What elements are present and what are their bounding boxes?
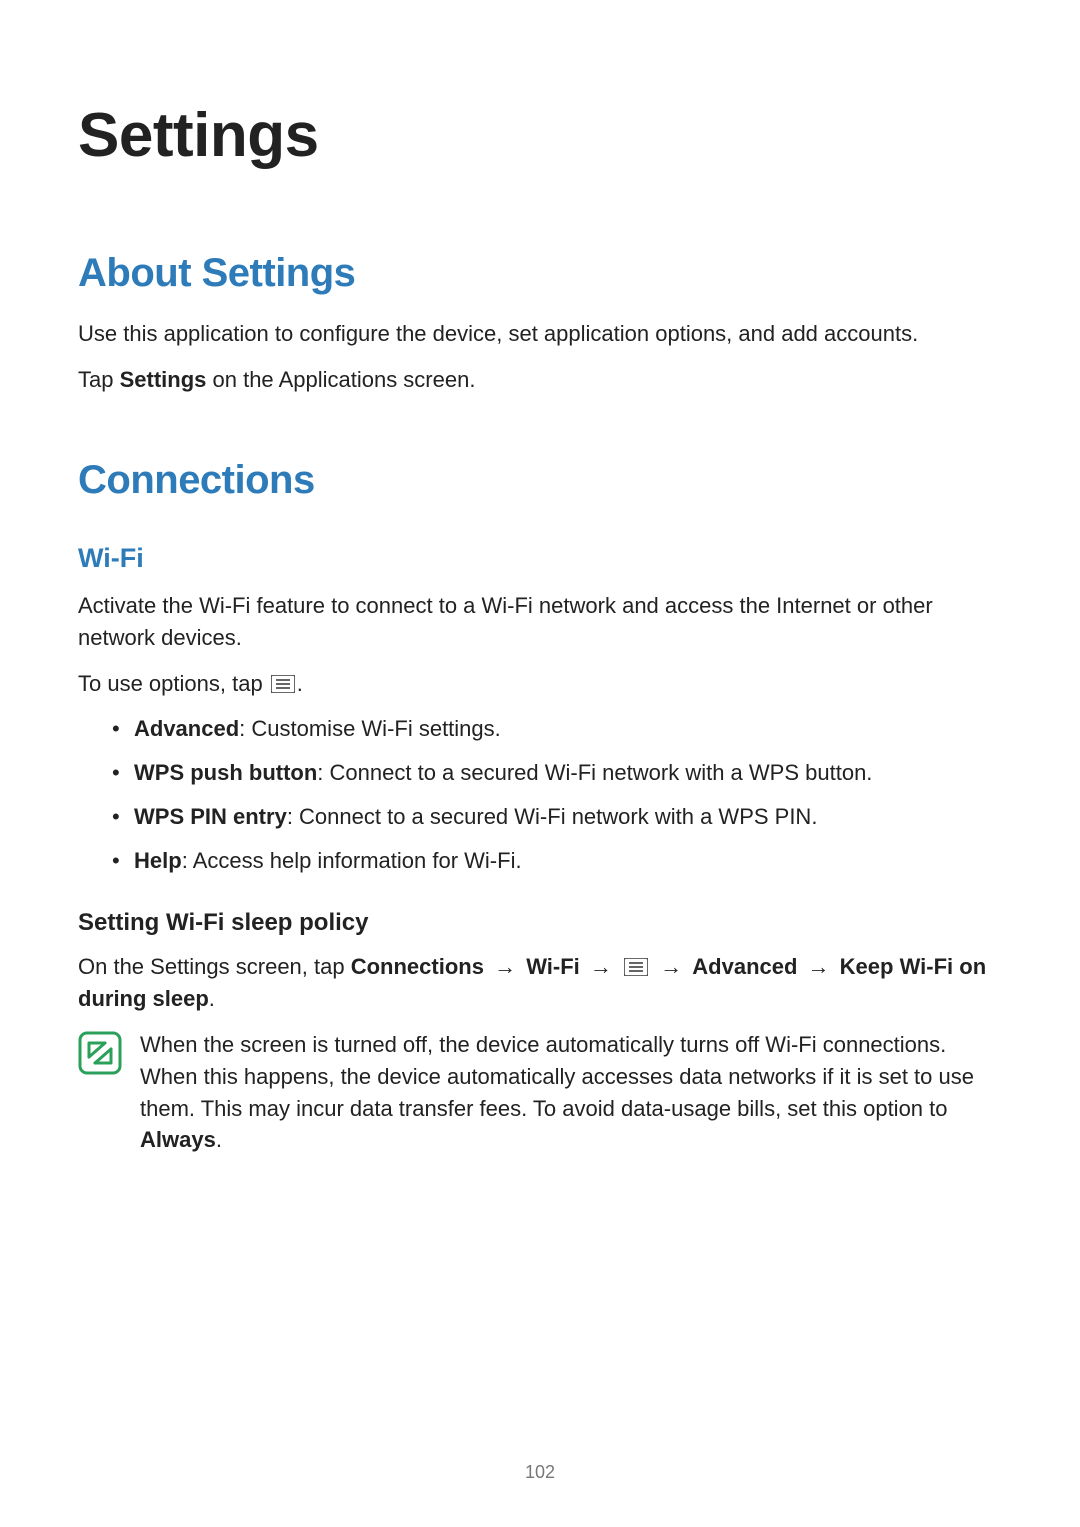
list-item: Advanced: Customise Wi-Fi settings. <box>112 713 1002 745</box>
text: on the Applications screen. <box>206 367 475 392</box>
option-desc: : Connect to a secured Wi-Fi network wit… <box>317 760 872 785</box>
note-icon <box>78 1031 122 1075</box>
text: . <box>209 986 215 1011</box>
path-wifi: Wi-Fi <box>526 954 580 979</box>
wifi-options-list: Advanced: Customise Wi-Fi settings. WPS … <box>78 713 1002 877</box>
arrow-icon: → <box>808 954 830 979</box>
document-page: Settings About Settings Use this applica… <box>0 0 1080 1527</box>
option-name: Help <box>134 848 182 873</box>
about-paragraph-1: Use this application to configure the de… <box>78 318 1002 350</box>
path-advanced: Advanced <box>692 954 797 979</box>
option-desc: : Connect to a secured Wi-Fi network wit… <box>287 804 818 829</box>
wifi-paragraph-1: Activate the Wi-Fi feature to connect to… <box>78 590 1002 654</box>
arrow-icon: → <box>660 954 682 979</box>
text: . <box>297 671 303 696</box>
text: Tap <box>78 367 120 392</box>
about-paragraph-2: Tap Settings on the Applications screen. <box>78 364 1002 396</box>
menu-icon <box>271 675 295 693</box>
path-connections: Connections <box>351 954 484 979</box>
menu-icon <box>624 958 648 976</box>
text: To use options, tap <box>78 671 269 696</box>
text: On the Settings screen, tap <box>78 954 351 979</box>
wifi-paragraph-2: To use options, tap . <box>78 668 1002 700</box>
list-item: Help: Access help information for Wi-Fi. <box>112 845 1002 877</box>
text: . <box>216 1127 222 1152</box>
arrow-icon: → <box>494 954 516 979</box>
note-block: When the screen is turned off, the devic… <box>78 1029 1002 1157</box>
subheading-sleep-policy: Setting Wi-Fi sleep policy <box>78 909 1002 937</box>
option-desc: : Customise Wi-Fi settings. <box>239 716 501 741</box>
always-bold: Always <box>140 1127 216 1152</box>
list-item: WPS PIN entry: Connect to a secured Wi-F… <box>112 801 1002 833</box>
subsection-heading-wifi: Wi-Fi <box>78 543 1002 574</box>
section-heading-connections: Connections <box>78 458 1002 503</box>
list-item: WPS push button: Connect to a secured Wi… <box>112 757 1002 789</box>
note-text: When the screen is turned off, the devic… <box>140 1029 1002 1157</box>
section-heading-about: About Settings <box>78 251 1002 296</box>
text: When the screen is turned off, the devic… <box>140 1032 974 1121</box>
option-name: WPS PIN entry <box>134 804 287 829</box>
arrow-icon: → <box>590 954 612 979</box>
sleep-policy-path: On the Settings screen, tap Connections … <box>78 951 1002 1015</box>
option-name: WPS push button <box>134 760 317 785</box>
option-desc: : Access help information for Wi-Fi. <box>182 848 522 873</box>
page-number: 102 <box>0 1462 1080 1483</box>
settings-bold: Settings <box>120 367 207 392</box>
page-title: Settings <box>78 100 1002 171</box>
option-name: Advanced <box>134 716 239 741</box>
